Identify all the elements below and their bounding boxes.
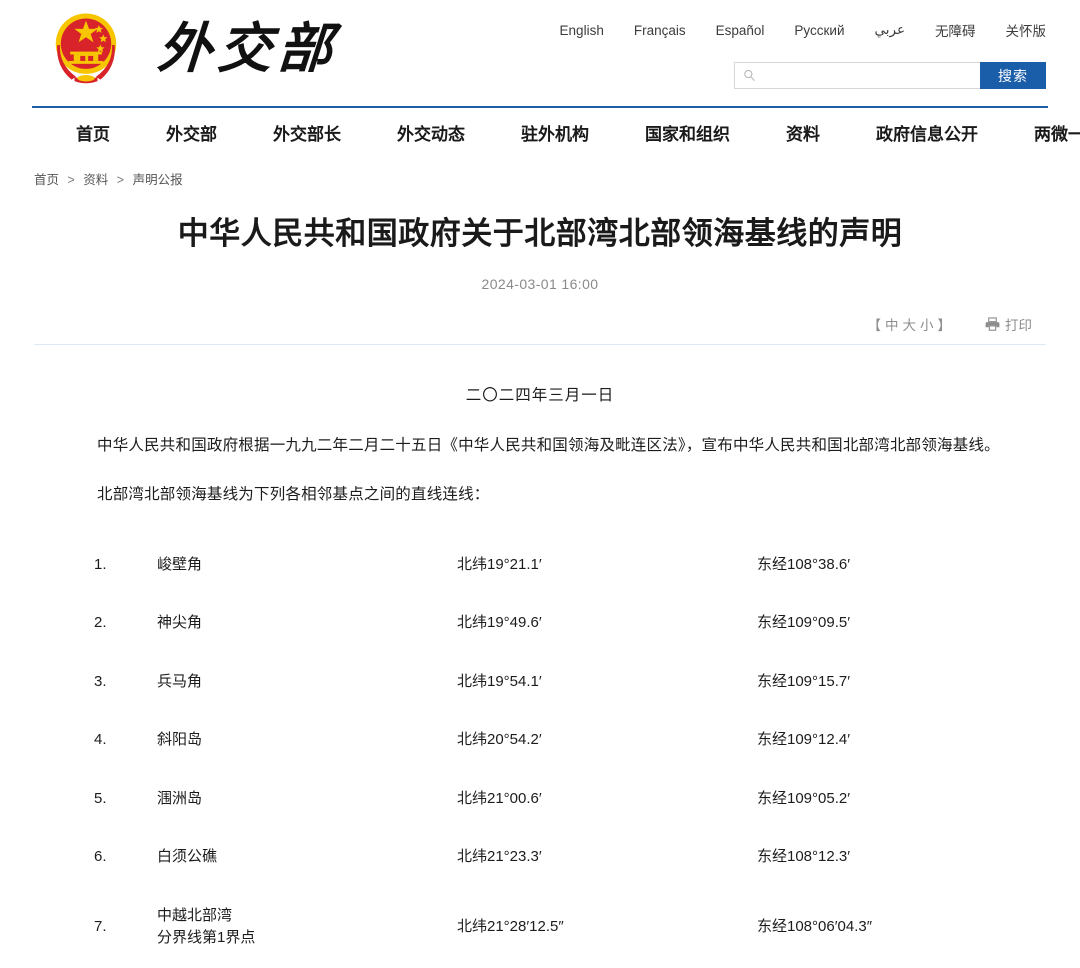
font-size-large-button[interactable]: 大 [903,318,921,333]
nav-item-social[interactable]: 两微一端 [1006,120,1080,145]
table-row: 6. 白须公礁 北纬21°23.3′ 东经108°12.3′ [52,828,1028,887]
basepoint-index: 5. [94,789,107,807]
basepoint-name: 峻壁角 [157,555,203,573]
basepoint-name: 中越北部湾 分界线第1界点 [157,887,457,968]
basepoint-index: 3. [94,672,107,690]
search-bar: 搜索 [734,62,1046,89]
article-paragraph: 北部湾北部领海基线为下列各相邻基点之间的直线连线： [97,486,490,504]
china-national-emblem-icon [55,13,117,84]
table-row: 3. 兵马角 北纬19°54.1′ 东经109°15.7′ [52,653,1028,712]
basepoint-index: 1. [94,555,107,573]
table-row: 1. 峻壁角 北纬19°21.1′ 东经108°38.6′ [52,536,1028,595]
nav-item-ministry[interactable]: 外交部 [138,120,245,145]
bracket-close: 】 [937,318,955,334]
font-size-medium-button[interactable]: 中 [885,318,903,333]
nav-item-news[interactable]: 外交动态 [369,120,493,145]
basepoint-name: 神尖角 [157,614,203,632]
print-label: 打印 [1005,318,1032,334]
basepoint-latitude: 北纬20°54.2′ [457,731,542,749]
nav-item-disclosure[interactable]: 政府信息公开 [848,120,1006,145]
basepoint-latitude: 北纬21°23.3′ [457,848,542,866]
basepoint-longitude: 东经109°09.5′ [757,614,851,632]
nav-item-countries[interactable]: 国家和组织 [617,120,758,145]
basepoint-name-line2: 分界线第1界点 [157,929,256,947]
basepoint-longitude: 东经108°06′04.3″ [757,917,873,935]
basepoint-index: 4. [94,731,107,749]
document-date: 二〇二四年三月一日 [465,387,615,405]
breadcrumb-item-home[interactable]: 首页 [34,173,59,187]
font-size-small-button[interactable]: 小 [920,318,938,333]
basepoint-latitude: 北纬19°54.1′ [457,672,542,690]
lang-link-english[interactable]: English [560,23,604,38]
breadcrumb: 首页 > 资料 > 声明公报 [0,157,1080,188]
basepoint-longitude: 东经108°38.6′ [757,555,851,573]
basepoint-index: 2. [94,614,107,632]
basepoint-latitude: 北纬19°49.6′ [457,614,542,632]
search-field-wrap[interactable] [734,62,980,89]
breadcrumb-separator: > [116,173,125,187]
basepoint-latitude: 北纬21°00.6′ [457,789,542,807]
basepoint-index: 7. [94,917,107,935]
site-brand[interactable]: 外交部 [50,10,341,86]
search-button[interactable]: 搜索 [980,62,1046,89]
publish-timestamp: 2024-03-01 16:00 [481,276,599,293]
basepoint-longitude: 东经108°12.3′ [757,848,851,866]
table-row: 4. 斜阳岛 北纬20°54.2′ 东经109°12.4′ [52,711,1028,770]
nav-item-home[interactable]: 首页 [56,120,138,145]
nav-item-minister[interactable]: 外交部长 [245,120,369,145]
table-row: 7. 中越北部湾 分界线第1界点 北纬21°28′12.5″ 东经108°06′… [52,887,1028,968]
basepoint-name-line1: 中越北部湾 [157,906,233,924]
breadcrumb-item-statements[interactable]: 声明公报 [133,173,183,187]
lang-link-elderly-mode[interactable]: 关怀版 [1006,20,1047,40]
article-paragraph: 中华人民共和国政府根据一九九二年二月二十五日《中华人民共和国领海及毗连区法》，宣… [97,436,1000,454]
language-bar: English Français Español Русский عربي 无障… [560,20,1046,40]
nav-item-resources[interactable]: 资料 [758,120,848,145]
page-title: 中华人民共和国政府关于北部湾北部领海基线的声明 [177,216,903,251]
basepoint-latitude: 北纬19°21.1′ [457,555,542,573]
article-toolbar: 【中大小】 打印 [32,314,1048,334]
lang-link-russian[interactable]: Русский [794,23,844,38]
lang-link-francais[interactable]: Français [634,23,686,38]
basepoint-longitude: 东经109°12.4′ [757,731,851,749]
lang-link-espanol[interactable]: Español [716,23,765,38]
breadcrumb-separator: > [67,173,75,187]
search-icon [744,69,755,82]
article-body: 二〇二四年三月一日 中华人民共和国政府根据一九九二年二月二十五日《中华人民共和国… [32,381,1048,967]
main-nav: 首页 外交部 外交部长 外交动态 驻外机构 国家和组织 资料 政府信息公开 两微… [32,106,1080,157]
table-row: 5. 涠洲岛 北纬21°00.6′ 东经109°05.2′ [52,770,1028,829]
print-button[interactable]: 打印 [985,314,1032,334]
main-nav-wrap: 首页 外交部 外交部长 外交动态 驻外机构 国家和组织 资料 政府信息公开 两微… [0,106,1080,157]
basepoint-latitude: 北纬21°28′12.5″ [457,917,564,935]
basepoint-longitude: 东经109°15.7′ [757,672,851,690]
nav-item-missions[interactable]: 驻外机构 [493,120,617,145]
printer-icon [985,317,1000,332]
basepoint-name: 白须公礁 [157,848,218,866]
basepoint-name: 斜阳岛 [157,731,203,749]
bracket-open: 【 [867,318,885,334]
search-input[interactable] [756,62,980,89]
basepoint-longitude: 东经109°05.2′ [757,789,851,807]
lang-link-arabic[interactable]: عربي [874,22,905,38]
site-header: 外交部 English Français Español Русский عرب… [0,0,1080,106]
basepoint-table: 1. 峻壁角 北纬19°21.1′ 东经108°38.6′ 2. 神尖角 北纬1… [52,536,1028,968]
lang-link-accessibility[interactable]: 无障碍 [935,20,976,40]
table-row: 2. 神尖角 北纬19°49.6′ 东经109°09.5′ [52,594,1028,653]
basepoint-index: 6. [94,848,107,866]
toolbar-divider [34,344,1046,346]
breadcrumb-item-resources[interactable]: 资料 [83,173,108,187]
font-size-controls: 【中大小】 [868,314,956,334]
basepoint-name: 兵马角 [157,672,203,690]
ministry-logo-text: 外交部 [155,16,341,80]
basepoint-name: 涠洲岛 [157,789,203,807]
article: 中华人民共和国政府关于北部湾北部领海基线的声明 2024-03-01 16:00… [0,214,1080,968]
